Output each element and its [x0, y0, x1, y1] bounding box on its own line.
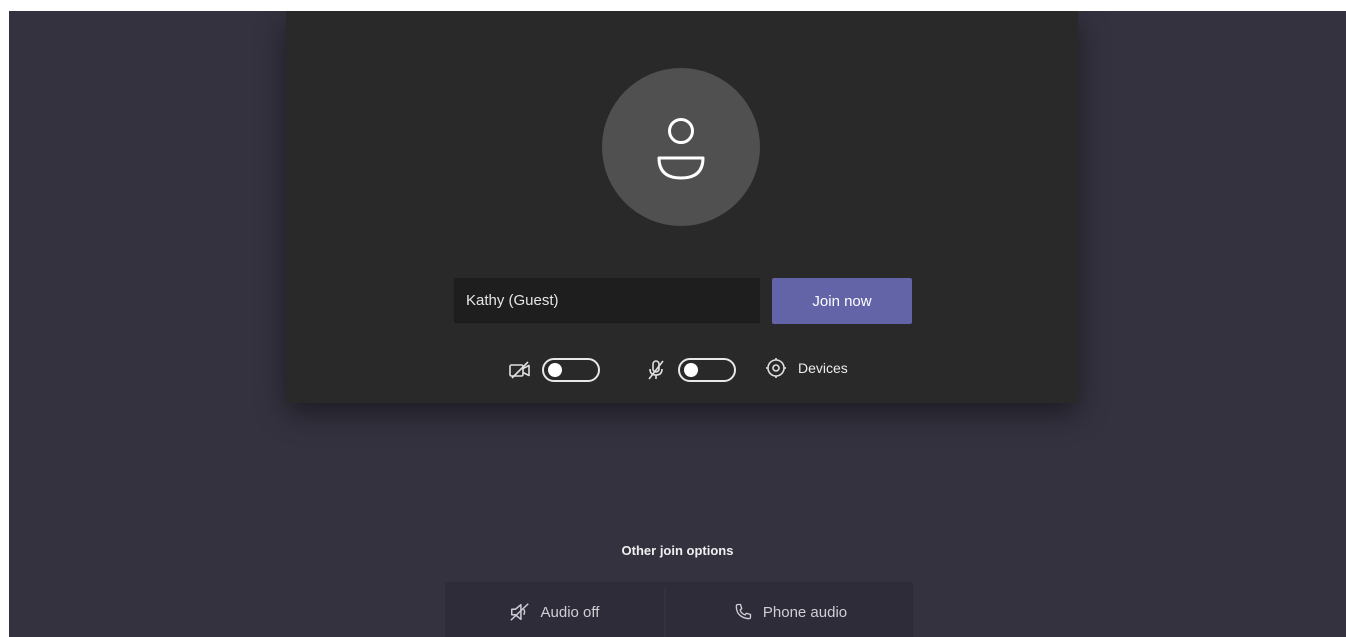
camera-toggle-knob [548, 363, 562, 377]
user-avatar [602, 68, 760, 226]
camera-toggle[interactable] [542, 358, 600, 382]
gear-icon [766, 358, 786, 378]
options-divider [664, 588, 666, 637]
meeting-prejoin-screen: Join now [9, 11, 1346, 637]
device-controls: Devices [286, 352, 1078, 388]
person-icon [657, 118, 705, 180]
audio-off-label: Audio off [540, 603, 600, 621]
camera-off-icon [509, 361, 530, 379]
join-now-button[interactable]: Join now [772, 278, 912, 324]
phone-audio-label: Phone audio [762, 603, 848, 621]
speaker-off-icon [509, 603, 529, 621]
other-join-options-title: Other join options [621, 543, 734, 558]
phone-icon [735, 603, 752, 620]
other-join-options: Audio off Phone audio [445, 582, 913, 637]
video-preview-card: Join now [286, 11, 1078, 403]
mic-off-icon [648, 360, 664, 380]
devices-button[interactable]: Devices [764, 354, 848, 382]
mic-toggle[interactable] [678, 358, 736, 382]
audio-off-option[interactable]: Audio off [445, 582, 663, 637]
phone-audio-option[interactable]: Phone audio [667, 582, 913, 637]
devices-label: Devices [798, 360, 848, 376]
name-input[interactable] [454, 278, 760, 323]
mic-toggle-knob [684, 363, 698, 377]
